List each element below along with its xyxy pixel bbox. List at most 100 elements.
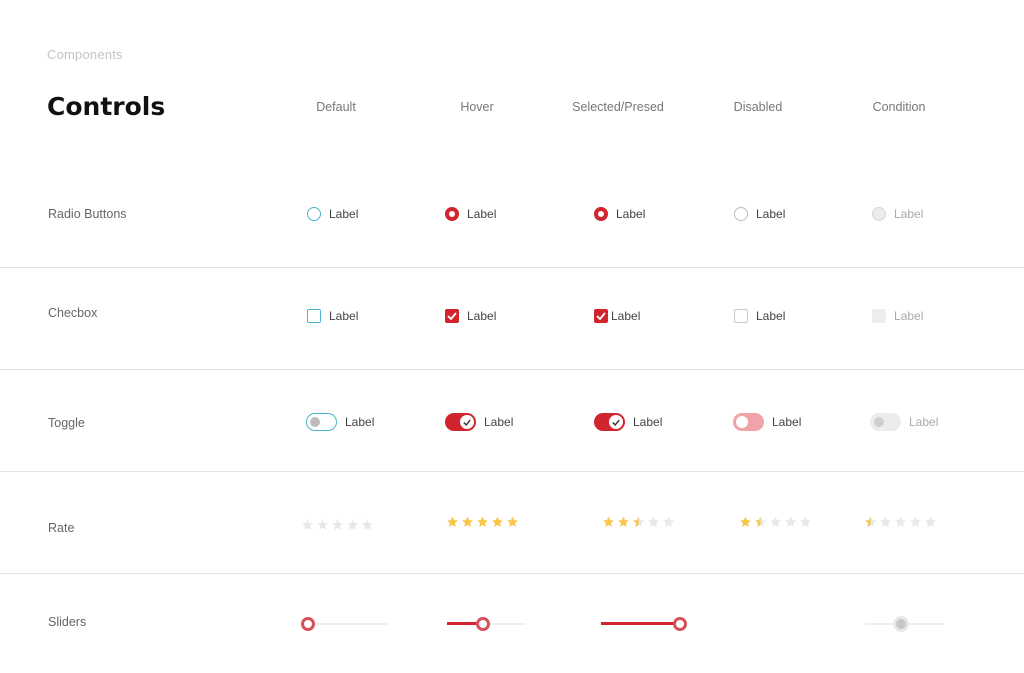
radio-circle [734, 207, 748, 221]
checkbox-box[interactable] [445, 309, 459, 323]
star-icon[interactable] [316, 519, 329, 531]
radio-disabled: Label [734, 207, 785, 221]
star-icon [740, 516, 751, 527]
radio-label: Label [616, 207, 646, 221]
check-icon [463, 419, 471, 426]
slider-thumb[interactable] [896, 619, 907, 629]
toggle-switch[interactable] [594, 413, 625, 431]
page-title: Controls [47, 92, 166, 121]
radio-circle[interactable] [307, 207, 321, 221]
star-icon[interactable] [909, 516, 922, 528]
rate-selected[interactable] [602, 516, 677, 528]
check-icon [596, 312, 606, 320]
checkbox-box[interactable] [307, 309, 321, 323]
star-icon[interactable] [662, 516, 675, 528]
row-label-sliders: Sliders [48, 615, 87, 629]
radio-selected[interactable]: Label [594, 207, 645, 221]
slider-hover[interactable] [447, 617, 526, 631]
radio-label: Label [756, 207, 786, 221]
checkbox-box[interactable] [594, 309, 608, 323]
slider-condition[interactable] [865, 617, 944, 631]
row-divider [0, 369, 1024, 370]
column-header-selected: Selected/Presed [572, 100, 664, 114]
toggle-switch[interactable] [870, 413, 901, 431]
star-icon[interactable] [476, 516, 489, 528]
star-icon[interactable] [301, 519, 314, 531]
star-icon [755, 516, 766, 527]
rate-hover[interactable] [446, 516, 521, 528]
toggle-switch[interactable] [306, 413, 337, 431]
star-icon[interactable] [924, 516, 937, 528]
star-icon[interactable] [506, 516, 519, 528]
row-divider [0, 267, 1024, 268]
checkbox-label: Label [467, 309, 497, 323]
row-label-radio: Radio Buttons [48, 207, 127, 221]
star-icon[interactable] [602, 516, 615, 528]
star-icon[interactable] [632, 516, 645, 528]
radio-label: Label [467, 207, 497, 221]
checkbox-label: Label [756, 309, 786, 323]
check-icon [447, 312, 457, 320]
rate-condition[interactable] [864, 516, 939, 528]
toggle-label: Label [633, 415, 663, 429]
star-icon[interactable] [491, 516, 504, 528]
checkbox-box[interactable] [872, 309, 886, 323]
slider-selected[interactable] [601, 617, 687, 631]
toggle-switch [733, 413, 764, 431]
check-icon [612, 419, 620, 426]
toggle-label: Label [772, 415, 802, 429]
star-icon[interactable] [361, 519, 374, 531]
star-icon[interactable] [346, 519, 359, 531]
star-icon[interactable] [617, 516, 630, 528]
toggle-disabled: Label [733, 413, 801, 431]
radio-condition[interactable]: Label [872, 207, 923, 221]
star-icon[interactable] [647, 516, 660, 528]
star-icon [770, 516, 781, 527]
star-icon[interactable] [864, 516, 877, 528]
row-divider [0, 471, 1024, 472]
radio-label: Label [894, 207, 924, 221]
star-icon[interactable] [331, 519, 344, 531]
toggle-selected[interactable]: Label [594, 413, 662, 431]
radio-default[interactable]: Label [307, 207, 358, 221]
breadcrumb[interactable]: Components [47, 47, 123, 62]
star-icon[interactable] [879, 516, 892, 528]
radio-hover[interactable]: Label [445, 207, 496, 221]
star-icon[interactable] [446, 516, 459, 528]
toggle-condition[interactable]: Label [870, 413, 938, 431]
star-icon [800, 516, 811, 527]
star-icon[interactable] [894, 516, 907, 528]
checkbox-condition[interactable]: Label [872, 309, 923, 323]
checkbox-selected[interactable]: Label [594, 309, 640, 323]
toggle-label: Label [909, 415, 939, 429]
radio-label: Label [329, 207, 359, 221]
rate-default[interactable] [301, 519, 376, 531]
toggle-switch[interactable] [445, 413, 476, 431]
star-icon [785, 516, 796, 527]
column-header-hover: Hover [460, 100, 494, 114]
row-label-rate: Rate [48, 521, 75, 535]
rate-disabled [739, 516, 814, 528]
checkbox-label: Label [611, 309, 641, 323]
star-icon[interactable] [461, 516, 474, 528]
row-label-toggle: Toggle [48, 416, 85, 430]
checkbox-label: Label [329, 309, 359, 323]
toggle-hover[interactable]: Label [445, 413, 513, 431]
checkbox-disabled: Label [734, 309, 785, 323]
toggle-default[interactable]: Label [306, 413, 374, 431]
checkbox-hover[interactable]: Label [445, 309, 496, 323]
row-divider [0, 573, 1024, 574]
checkbox-box [734, 309, 748, 323]
column-header-disabled: Disabled [733, 100, 783, 114]
radio-circle[interactable] [445, 207, 459, 221]
slider-thumb[interactable] [673, 617, 687, 631]
slider-thumb[interactable] [301, 617, 315, 631]
column-header-condition: Condition [872, 100, 926, 114]
radio-circle[interactable] [594, 207, 608, 221]
checkbox-default[interactable]: Label [307, 309, 358, 323]
toggle-label: Label [484, 415, 514, 429]
column-header-default: Default [316, 100, 356, 114]
radio-circle[interactable] [872, 207, 886, 221]
slider-thumb[interactable] [476, 617, 491, 631]
slider-default[interactable] [301, 617, 387, 631]
